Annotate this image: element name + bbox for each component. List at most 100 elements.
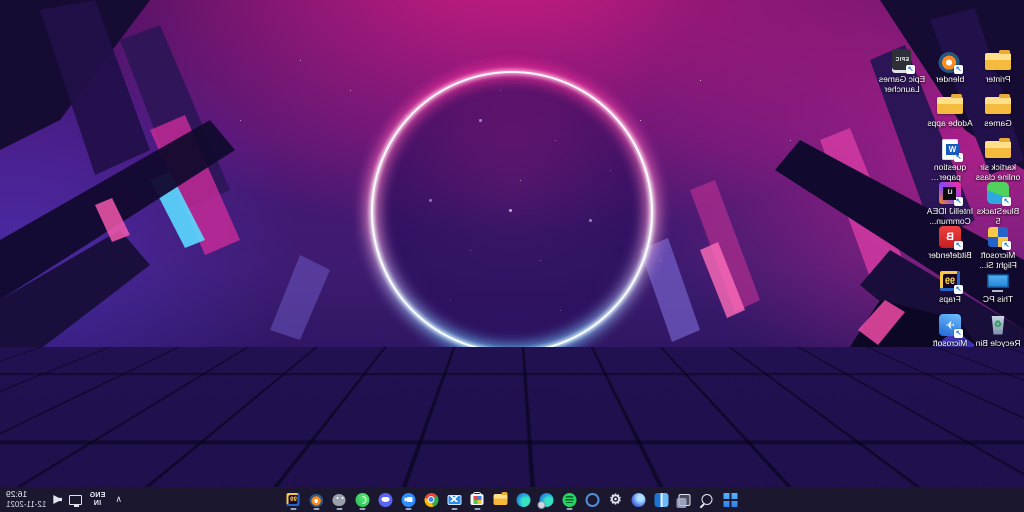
taskbar-blue-ring-app[interactable]: [583, 488, 603, 511]
desktop-icon-blender[interactable]: ↗ blender: [926, 48, 974, 85]
desktop-icon-microsoft-flight-simu[interactable]: ✈ ↗ Microsoft Flight Simu...: [926, 312, 974, 358]
taskbar-blue-split-app[interactable]: [652, 488, 672, 511]
file-explorer-icon: [494, 494, 508, 505]
taskbar: ⚙ 99: [0, 487, 1024, 512]
desktop-icon-games[interactable]: Games: [974, 92, 1022, 129]
desktop-icon-printer[interactable]: Printer: [974, 48, 1022, 85]
folder-icon: [983, 48, 1013, 74]
taskbar-settings[interactable]: ⚙: [606, 488, 626, 511]
shortcut-arrow-icon: ↗: [954, 461, 963, 470]
taskbar-edge-beta[interactable]: [537, 488, 557, 511]
proton-icon: ↗: [935, 356, 965, 382]
clock-time: 16:29: [6, 489, 27, 499]
folder-icon: [935, 92, 965, 118]
taskbar-task-view[interactable]: [675, 488, 695, 511]
msi-icon: ↗: [983, 444, 1013, 470]
taskbar-whatsapp[interactable]: [353, 488, 373, 511]
fraps-icon: 99 ↗: [935, 268, 965, 294]
taskbar-zoom[interactable]: [399, 488, 419, 511]
language-indicator[interactable]: ENG IN: [89, 492, 105, 507]
desktop-icon-intellij-idea-commun[interactable]: IJ ↗ IntelliJ IDEA Commun...: [926, 180, 974, 226]
desktop-icon-steam[interactable]: ↗ Steam: [926, 400, 974, 437]
steam-icon: ↗: [935, 400, 965, 426]
shortcut-arrow-icon: ↗: [954, 417, 963, 426]
taskbar-microsoft-store[interactable]: [468, 488, 488, 511]
desktop-icon-bluestacks-5[interactable]: ↗ BlueStacks 5: [974, 180, 1022, 226]
blender-icon: ↗: [935, 48, 965, 74]
taskbar-center-apps: ⚙ 99: [284, 488, 741, 511]
taskbar-edge[interactable]: [514, 488, 534, 511]
blue-split-app-icon: [655, 493, 669, 507]
taskbar-fraps[interactable]: 99: [284, 488, 304, 511]
fraps-icon: 99: [287, 493, 300, 506]
running-indicator: [314, 508, 320, 510]
desktop-icon-adobe-apps[interactable]: Adobe apps: [926, 92, 974, 129]
desktop-icon-label: Steam: [926, 427, 974, 437]
taskbar-cortana[interactable]: [629, 488, 649, 511]
desktop-icon-protonvpn[interactable]: ↗ ProtonVPN: [926, 356, 974, 393]
taskbar-spotify[interactable]: [560, 488, 580, 511]
bitdefender-icon: B ↗: [935, 224, 965, 250]
whatsapp-icon: [356, 493, 370, 507]
blender-icon: [310, 493, 324, 507]
running-indicator: [475, 508, 481, 510]
clock-date: 12-11-2021: [6, 500, 46, 509]
desktop-icon-label: Adobe apps: [926, 119, 974, 129]
spotify-icon: [563, 493, 577, 507]
desktop-icon-geforce-experience[interactable]: ↗ GeForce Experience: [974, 400, 1022, 446]
running-indicator: [360, 508, 366, 510]
desktop-icon-epic-games-launcher[interactable]: EPIC ↗ Epic Games Launcher: [878, 48, 926, 94]
desktop-icon-msi-afterburner[interactable]: ↗ MSI Afterburner: [974, 444, 1022, 490]
volume-icon[interactable]: [53, 495, 62, 504]
bluestacks-icon: ↗: [983, 180, 1013, 206]
desktop-icon-bitdefender[interactable]: B ↗ Bitdefender: [926, 224, 974, 261]
desktop-icon-recycle-bin[interactable]: ♻ Recycle Bin: [974, 312, 1022, 349]
taskbar-gimp[interactable]: [330, 488, 350, 511]
taskbar-file-explorer[interactable]: [491, 488, 511, 511]
nvidia-icon: ↗: [983, 356, 1013, 382]
taskbar-mail[interactable]: [445, 488, 465, 511]
mirrored-ui-layer: Printer ↗ blender EPIC ↗ Epic Games Laun…: [0, 0, 1024, 512]
running-indicator: [452, 508, 458, 510]
search-icon: [702, 494, 713, 505]
thispc-icon: [983, 268, 1013, 294]
edge-beta-icon: [540, 493, 554, 507]
desktop-icon-microsoft-flight-si[interactable]: ↗ Microsoft Flight Si...: [974, 224, 1022, 270]
desktop-icon-question-paper-debe[interactable]: W ↗ question paper debe...: [926, 136, 974, 182]
running-indicator: [406, 508, 412, 510]
taskbar-chrome[interactable]: [422, 488, 442, 511]
desktop-icon-fraps[interactable]: 99 ↗ Fraps: [926, 268, 974, 305]
taskbar-search[interactable]: [698, 488, 718, 511]
desktop-icon-label: This PC: [974, 295, 1022, 305]
word-icon: W ↗: [935, 136, 965, 162]
task-view-icon: [679, 494, 691, 506]
desktop-icon-label: Fraps: [926, 295, 974, 305]
taskbar-blender[interactable]: [307, 488, 327, 511]
cortana-icon: [632, 493, 646, 507]
network-icon[interactable]: [69, 495, 82, 505]
desktop-icon-this-pc[interactable]: This PC: [974, 268, 1022, 305]
desktop-icon-label: blender: [926, 75, 974, 85]
nvidia-icon: ↗: [983, 400, 1013, 426]
shortcut-arrow-icon: ↗: [1002, 461, 1011, 470]
taskbar-discord[interactable]: [376, 488, 396, 511]
mail-icon: [448, 495, 462, 505]
shortcut-arrow-icon: ↗: [954, 241, 963, 250]
hidden-icons-chevron-icon[interactable]: ∧: [112, 494, 125, 505]
desktop-icon-bluej[interactable]: ↗ BlueJ: [926, 444, 974, 481]
blue-ring-app-icon: [586, 493, 600, 507]
running-indicator: [567, 508, 573, 510]
shortcut-arrow-icon: ↗: [1002, 373, 1011, 382]
shortcut-arrow-icon: ↗: [1002, 417, 1011, 426]
desktop-icon-label: BlueJ: [926, 471, 974, 481]
folder-icon: [983, 136, 1013, 162]
desktop-icon-kartick-sir-online-class[interactable]: kartick sir online class: [974, 136, 1022, 182]
discord-icon: [379, 493, 393, 507]
clock[interactable]: 16:29 12-11-2021: [6, 489, 46, 511]
intellij-icon: IJ ↗: [935, 180, 965, 206]
chrome-icon: [425, 493, 439, 507]
shortcut-arrow-icon: ↗: [954, 65, 963, 74]
desktop-icon-nvidia-gefor[interactable]: ↗ NVIDIA GeFor...: [974, 356, 1022, 402]
taskbar-start-button[interactable]: [721, 488, 741, 511]
desktop-icon-label: ProtonVPN: [926, 383, 974, 393]
